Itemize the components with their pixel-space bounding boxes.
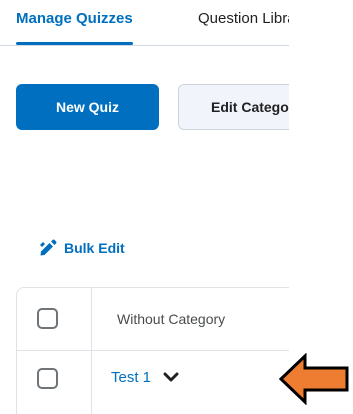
select-all-checkbox[interactable] <box>37 308 58 329</box>
category-header: Without Category <box>117 311 226 327</box>
edit-categories-label: Edit Categories <box>211 99 289 115</box>
bulk-edit-label: Bulk Edit <box>64 240 125 256</box>
arrow-left-icon <box>278 353 349 405</box>
row-checkbox[interactable] <box>37 368 58 389</box>
new-quiz-label: New Quiz <box>55 99 119 115</box>
tab-bar: Manage Quizzes Question Library <box>0 0 289 46</box>
chevron-down-icon[interactable] <box>163 372 179 384</box>
bulk-edit-button[interactable]: Bulk Edit <box>38 238 125 258</box>
pencil-icon <box>40 239 57 256</box>
table-column-divider <box>91 288 92 414</box>
tab-manage-quizzes[interactable]: Manage Quizzes <box>16 10 133 45</box>
quiz-page: Manage Quizzes Question Library New Quiz… <box>0 0 289 414</box>
quiz-link[interactable]: Test 1 <box>111 369 151 386</box>
edit-categories-button[interactable]: Edit Categories <box>178 84 289 130</box>
table-row-divider <box>17 350 289 351</box>
new-quiz-button[interactable]: New Quiz <box>16 84 159 130</box>
tab-question-library[interactable]: Question Library <box>198 10 289 27</box>
quiz-table: Without Category Test 1 <box>16 287 289 414</box>
